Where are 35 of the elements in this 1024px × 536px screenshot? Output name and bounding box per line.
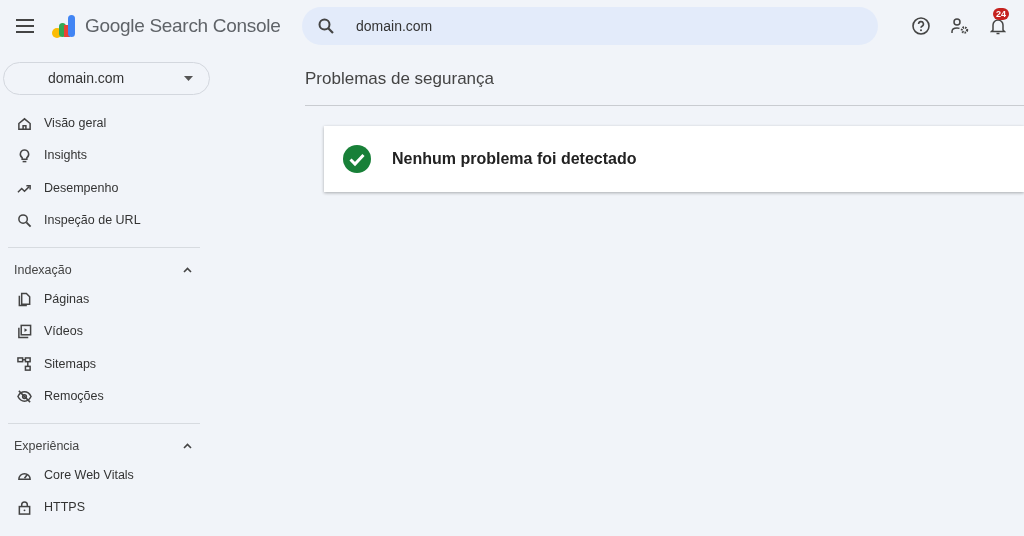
check-circle-icon xyxy=(343,145,371,173)
padlock-icon xyxy=(17,500,32,516)
eye-slash-icon xyxy=(17,389,32,405)
search-icon xyxy=(318,18,334,34)
nav-item[interactable]: Sitemaps xyxy=(0,348,200,381)
nav-item[interactable]: HTTPS xyxy=(0,491,200,524)
nav-item[interactable]: Insights xyxy=(0,139,200,172)
dropdown-caret-icon xyxy=(184,76,193,81)
nav-item[interactable]: Remoções xyxy=(0,380,200,413)
chevron-up-icon xyxy=(183,443,192,449)
nav-item[interactable]: Desempenho xyxy=(0,172,200,205)
section-header[interactable]: Indexação xyxy=(0,258,200,282)
bar-chart-logo-icon xyxy=(51,13,77,39)
notification-badge: 24 xyxy=(993,8,1009,20)
status-message: Nenhum problema foi detectado xyxy=(392,149,637,169)
help-icon[interactable] xyxy=(912,17,930,35)
nav-item[interactable]: Inspeção de URL xyxy=(0,204,200,237)
search-icon xyxy=(17,213,32,229)
menu-icon[interactable] xyxy=(16,19,34,33)
search-field[interactable]: domain.com xyxy=(302,7,878,45)
home-icon xyxy=(17,115,32,131)
pages-icon xyxy=(17,291,32,307)
nav-item[interactable]: Visão geral xyxy=(0,107,200,140)
nav-item[interactable]: Core Web Vitals xyxy=(0,459,200,492)
lightbulb-icon xyxy=(17,148,32,164)
section-header[interactable]: Experiência xyxy=(0,434,200,458)
chevron-up-icon xyxy=(183,267,192,273)
page-title: Problemas de segurança xyxy=(305,68,495,90)
sitemap-icon xyxy=(17,356,32,372)
nav-item[interactable]: Vídeos xyxy=(0,315,200,348)
app-title: Google Search Console xyxy=(85,13,281,38)
bell-icon[interactable] xyxy=(990,17,1006,35)
user-settings-icon[interactable] xyxy=(951,18,969,34)
nav-item[interactable]: Páginas xyxy=(0,283,200,316)
video-library-icon xyxy=(17,324,32,340)
